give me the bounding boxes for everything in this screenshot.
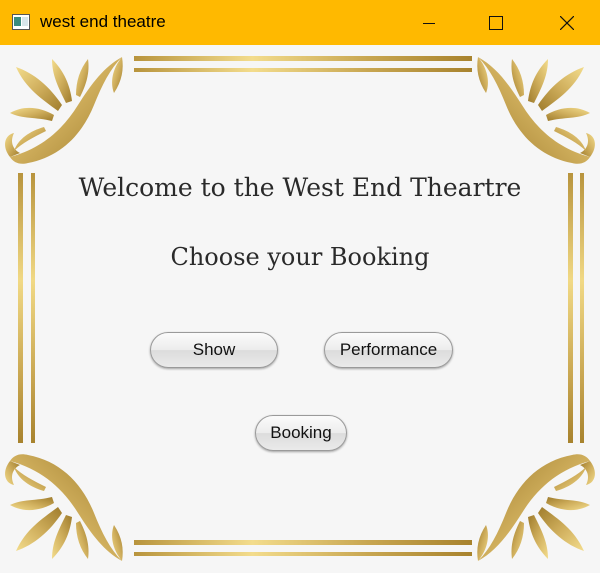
minimize-icon (423, 17, 435, 29)
minimize-button[interactable] (406, 0, 452, 45)
gold-frame-decoration (5, 56, 595, 561)
maximize-icon (489, 15, 503, 30)
main-panel: Welcome to the West End Theartre Choose … (0, 45, 600, 573)
close-button[interactable] (544, 0, 590, 45)
window-title: west end theatre (40, 12, 166, 31)
welcome-heading: Welcome to the West End Theartre (78, 173, 522, 202)
booking-button[interactable]: Booking (255, 415, 347, 451)
close-icon (560, 15, 574, 30)
app-icon (12, 14, 30, 30)
title-bar[interactable]: west end theatre (0, 0, 600, 45)
performance-button[interactable]: Performance (324, 332, 453, 368)
show-button[interactable]: Show (150, 332, 278, 368)
choose-booking-heading: Choose your Booking (170, 243, 430, 271)
app-window: west end theatre Welcome to the West End… (0, 0, 600, 573)
maximize-button[interactable] (473, 0, 519, 45)
